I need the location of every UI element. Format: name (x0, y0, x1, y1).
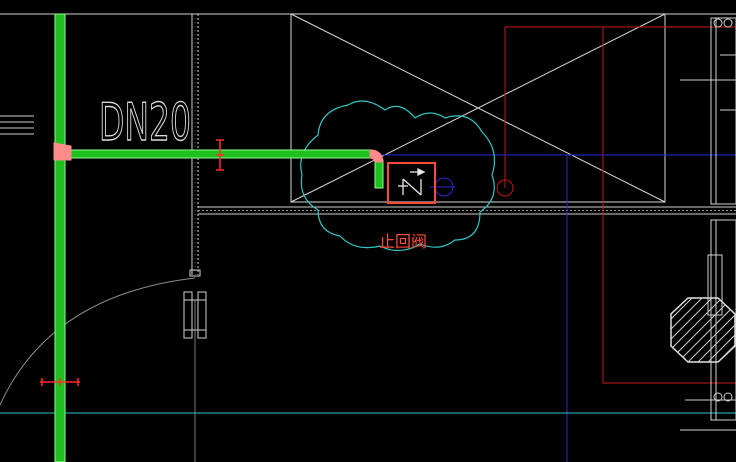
vertical-wall-left (189, 14, 201, 462)
check-valve-icon (398, 167, 426, 196)
check-valve-annotation: 止回阀 (379, 232, 427, 251)
horizontal-wall (198, 206, 736, 215)
pipe-size-label: DN20 (98, 92, 191, 153)
water-pipe-network[interactable] (53, 13, 384, 462)
dimension-marker-horizontal (40, 378, 80, 386)
cad-drawing-canvas[interactable]: DN20 止回阀 (0, 0, 736, 462)
annotation-text: 止回阀 (379, 232, 427, 251)
right-column-structure (680, 17, 736, 431)
pipe-size-text: DN20 (99, 93, 191, 153)
check-valve[interactable] (387, 162, 436, 204)
door-swing-arc (0, 277, 196, 406)
crossed-equipment-box (290, 13, 666, 203)
dimension-marker-vertical (216, 139, 224, 171)
valve-connection-symbols (430, 177, 514, 197)
hatched-octagon-fixture (670, 297, 736, 363)
left-edge-hatch-lines (0, 115, 34, 135)
check-valve-highlight-box (387, 162, 436, 204)
blue-lines (380, 154, 736, 462)
revision-cloud (300, 100, 495, 252)
